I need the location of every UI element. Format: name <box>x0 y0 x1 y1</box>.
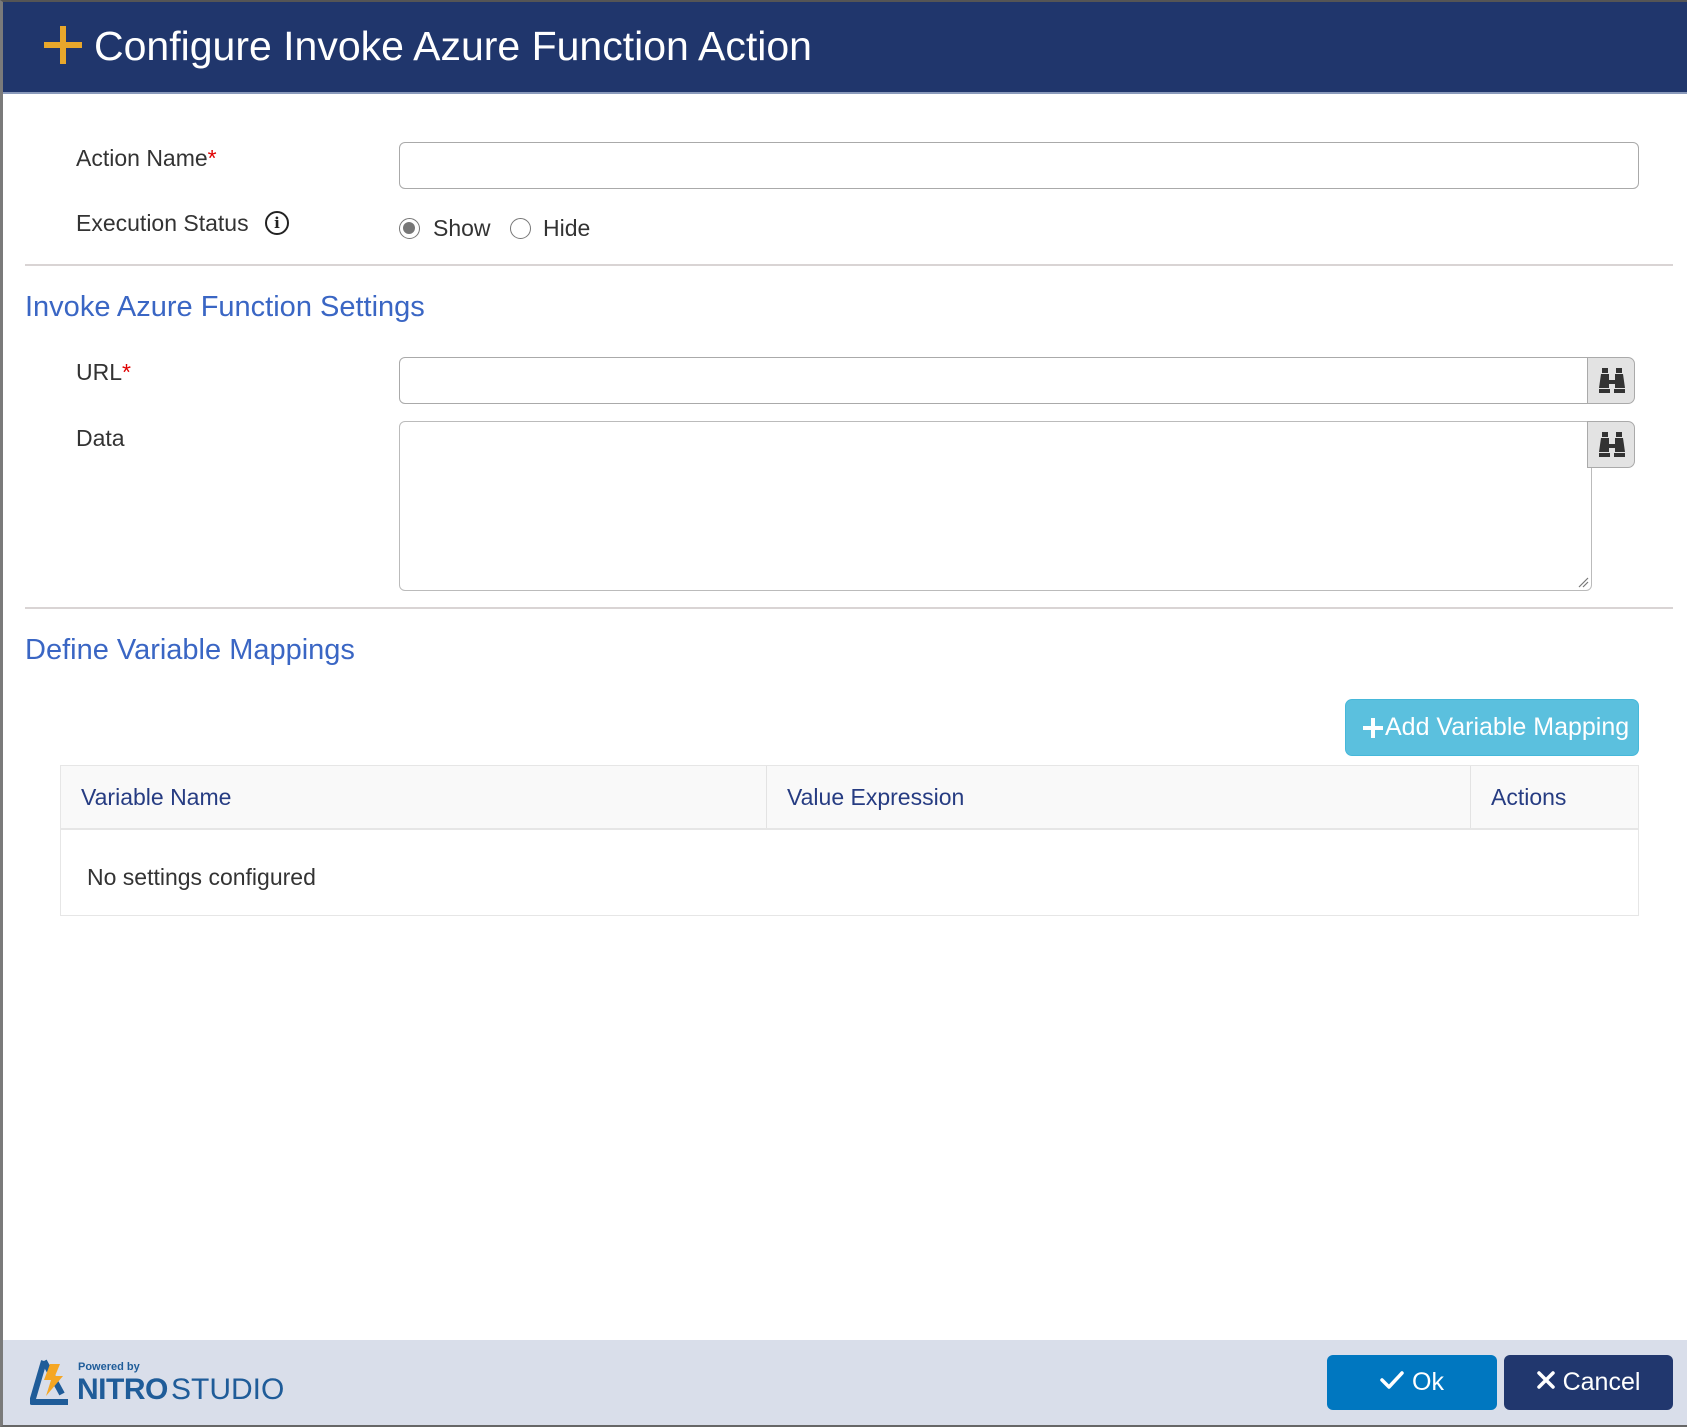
radio-show-label[interactable]: Show <box>433 214 491 242</box>
radio-hide[interactable] <box>510 218 531 239</box>
close-icon <box>1536 1371 1555 1390</box>
data-lookup-button[interactable] <box>1587 421 1635 468</box>
empty-table-message: No settings configured <box>87 864 316 890</box>
powered-by-text: Powered by <box>78 1361 140 1373</box>
column-header-value-expression[interactable]: Value Expression <box>766 766 1470 828</box>
settings-section-title: Invoke Azure Function Settings <box>25 291 425 323</box>
brand-studio-text: STUDIO <box>171 1373 285 1406</box>
dialog-footer: Powered by NITRO STUDIO Ok Cancel <box>3 1340 1687 1425</box>
ok-label: Ok <box>1412 1368 1444 1396</box>
url-lookup-button[interactable] <box>1587 357 1635 404</box>
cancel-button[interactable]: Cancel <box>1504 1355 1673 1410</box>
column-header-actions: Actions <box>1470 766 1638 828</box>
cancel-label: Cancel <box>1562 1368 1641 1396</box>
check-icon <box>1380 1371 1404 1390</box>
column-header-variable-name[interactable]: Variable Name <box>61 766 766 828</box>
data-textarea[interactable] <box>399 421 1592 591</box>
action-name-label-text: Action Name <box>76 145 208 171</box>
url-label: URL* <box>76 358 131 386</box>
binoculars-icon <box>1599 368 1625 393</box>
binoculars-icon <box>1599 432 1625 457</box>
nitro-logo-icon <box>30 1359 68 1405</box>
divider <box>25 607 1673 609</box>
dialog-title: Configure Invoke Azure Function Action <box>94 23 812 69</box>
dialog-header: Configure Invoke Azure Function Action <box>3 2 1687 94</box>
resize-grip-icon[interactable] <box>1577 576 1589 588</box>
add-variable-mapping-label: Add Variable Mapping <box>1385 713 1630 741</box>
mappings-section-title: Define Variable Mappings <box>25 634 355 666</box>
url-input[interactable] <box>399 357 1589 404</box>
table-header: Variable Name Value Expression Actions <box>61 766 1638 830</box>
action-name-input[interactable] <box>399 142 1639 189</box>
plus-icon <box>1363 718 1383 738</box>
required-mark: * <box>122 359 131 385</box>
add-variable-mapping-button[interactable]: Add Variable Mapping <box>1345 699 1639 756</box>
radio-show[interactable] <box>399 218 420 239</box>
required-mark: * <box>207 145 217 171</box>
divider <box>25 264 1673 266</box>
url-label-text: URL <box>76 359 123 385</box>
nitro-studio-logo: Powered by NITRO STUDIO <box>30 1358 290 1408</box>
variable-mappings-table: Variable Name Value Expression Actions N… <box>60 765 1639 916</box>
plus-icon <box>44 26 82 64</box>
brand-nitro-text: NITRO <box>77 1373 168 1406</box>
data-label: Data <box>76 425 125 451</box>
info-icon[interactable]: i <box>265 211 289 235</box>
ok-button[interactable]: Ok <box>1327 1355 1497 1410</box>
execution-status-label: Execution Status <box>76 210 249 236</box>
action-name-label: Action Name* <box>76 144 217 172</box>
radio-hide-label[interactable]: Hide <box>543 214 590 242</box>
